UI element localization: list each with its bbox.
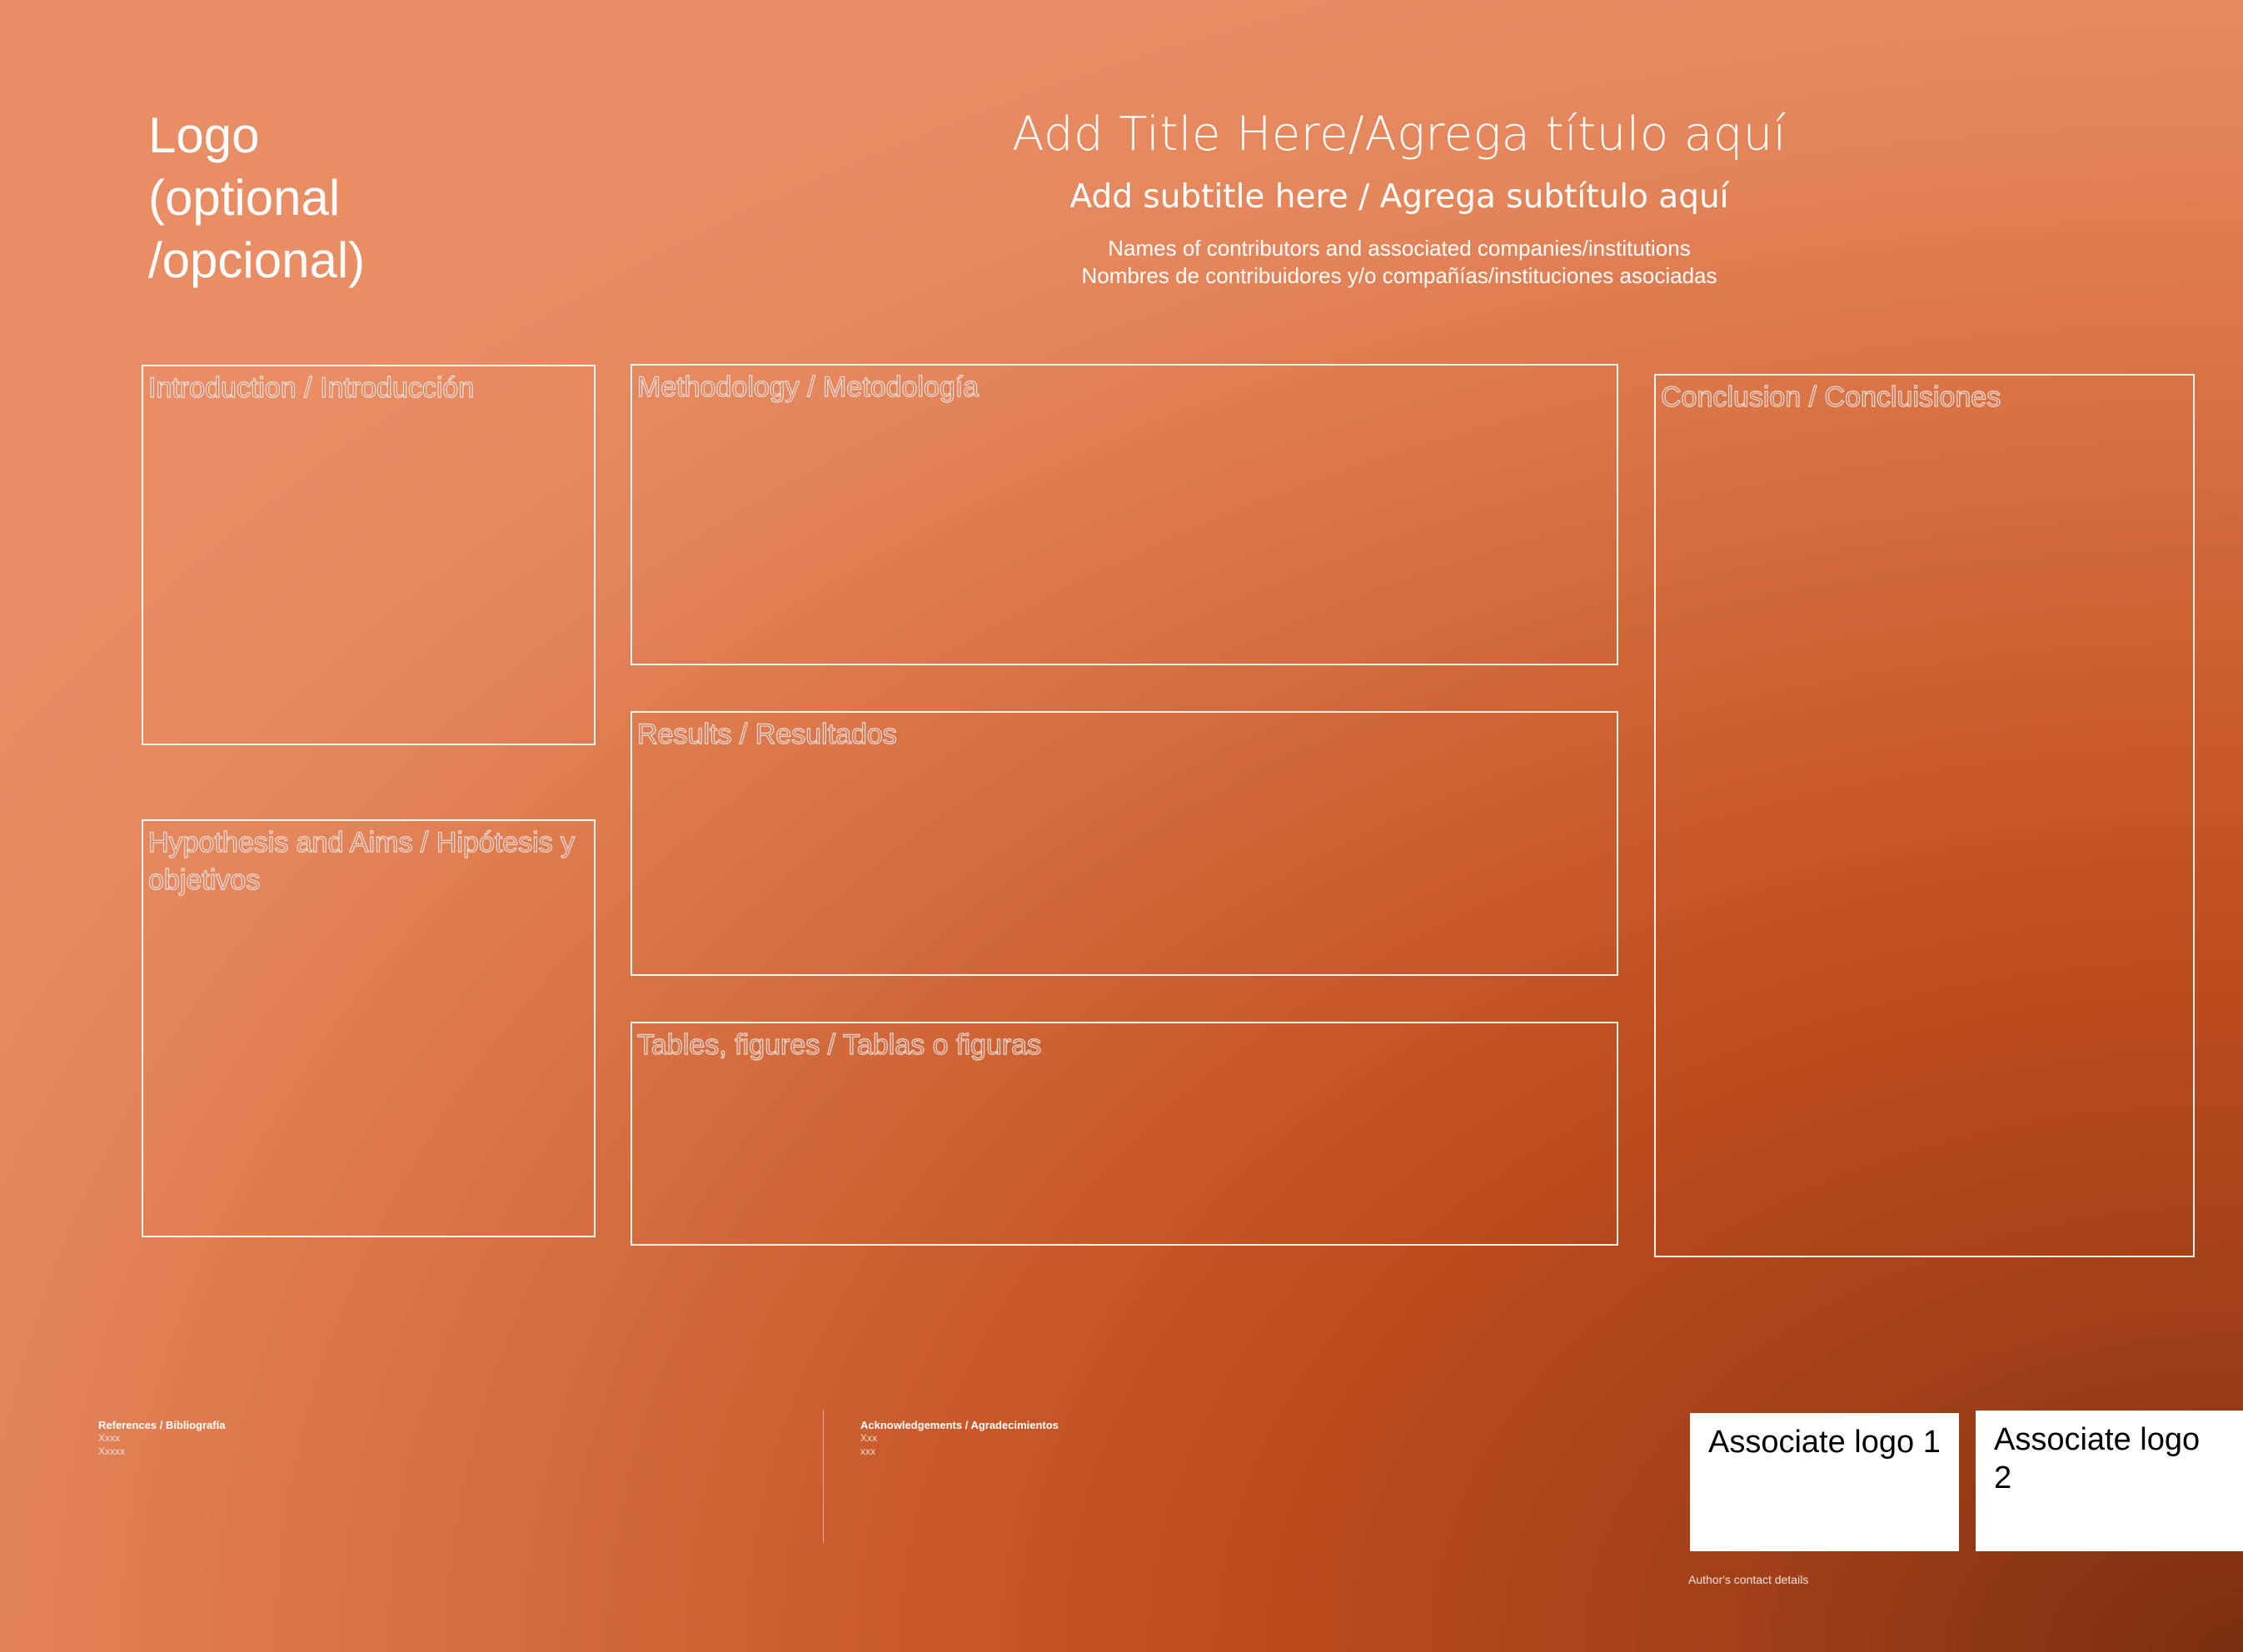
acknowledgements-section: Acknowledgements / Agradecimientos Xxx x… (860, 1419, 1443, 1458)
author-contact: Author's contact details (1688, 1573, 1809, 1586)
tables-figures-box[interactable]: Tables, figures / Tablas o figuras (631, 1022, 1618, 1246)
logo-line-1: Logo (148, 107, 260, 163)
references-line: Xxxxx (98, 1446, 126, 1457)
introduction-box[interactable]: Introduction / Introducción (142, 365, 596, 745)
logo-placeholder: Logo (optional /opcional) (148, 104, 498, 291)
conclusion-box[interactable]: Conclusion / Concluisiones (1654, 374, 2195, 1257)
references-line: Xxxx (98, 1432, 121, 1444)
acknowledgements-line: xxx (860, 1446, 875, 1457)
methodology-heading: Methodology / Metodología (636, 371, 979, 403)
references-heading: References / Bibliografía (98, 1419, 226, 1431)
acknowledgements-line: Xxx (860, 1432, 878, 1444)
methodology-box[interactable]: Methodology / Metodología (631, 364, 1618, 665)
contributors-en: Names of contributors and associated com… (1108, 236, 1691, 261)
hypothesis-heading: Hypothesis and Aims / Hipótesis y objeti… (147, 826, 576, 896)
footer-divider (823, 1410, 824, 1543)
results-box[interactable]: Results / Resultados (631, 711, 1618, 976)
poster-header: Add Title Here/Agrega título aquí Add su… (983, 100, 1816, 290)
introduction-heading: Introduction / Introducción (147, 371, 475, 404)
conclusion-heading: Conclusion / Concluisiones (1660, 381, 2001, 413)
poster-title: Add Title Here/Agrega título aquí (1012, 107, 1787, 162)
hypothesis-box[interactable]: Hypothesis and Aims / Hipótesis y objeti… (142, 819, 596, 1237)
associate-logo-2: Associate logo 2 (1976, 1411, 2243, 1551)
results-heading: Results / Resultados (636, 718, 897, 750)
acknowledgements-heading: Acknowledgements / Agradecimientos (860, 1419, 1059, 1431)
contributors-es: Nombres de contribuidores y/o compañías/… (1081, 263, 1717, 288)
associate-logo-1: Associate logo 1 (1690, 1413, 1959, 1551)
logo-line-3: /opcional) (148, 232, 366, 288)
tables-figures-heading: Tables, figures / Tablas o figuras (636, 1028, 1042, 1061)
logo-line-2: (optional (148, 170, 341, 226)
poster-subtitle: Add subtitle here / Agrega subtítulo aqu… (1069, 178, 1729, 216)
references-section: References / Bibliografía Xxxx Xxxxx (98, 1419, 681, 1458)
contributors: Names of contributors and associated com… (983, 235, 1816, 290)
